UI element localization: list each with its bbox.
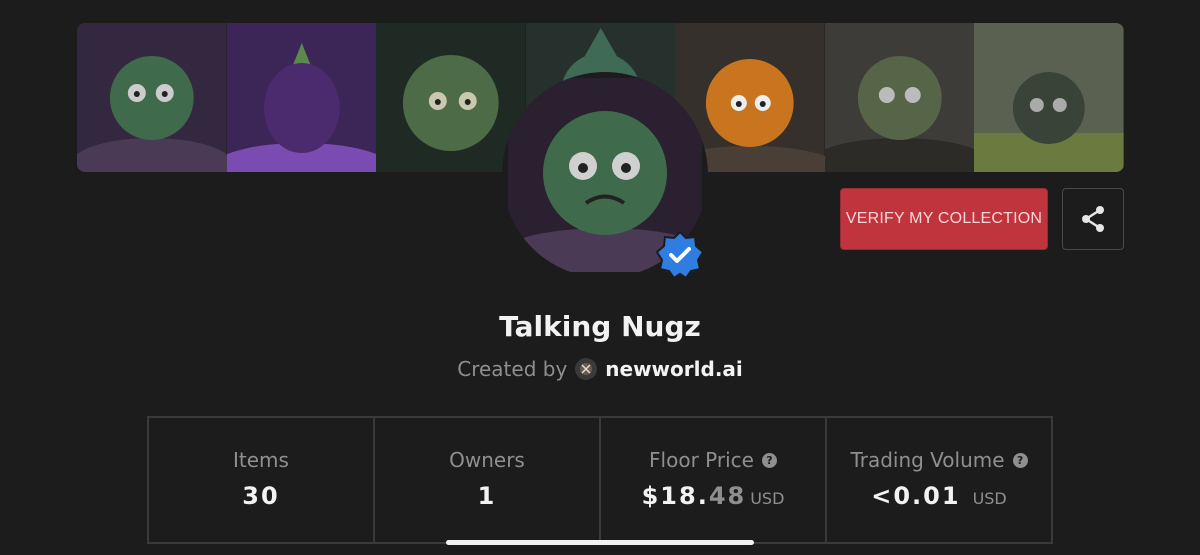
stat-owners-value: 1: [477, 482, 497, 510]
created-by-label: Created by: [457, 357, 568, 381]
banner-tile-6: [824, 23, 975, 172]
help-icon[interactable]: ?: [761, 452, 777, 468]
home-indicator[interactable]: [446, 540, 754, 545]
floor-price-main: $18.: [641, 482, 709, 510]
banner-tile-7: [974, 23, 1124, 172]
banner-tile-1: [77, 23, 227, 172]
creator-line: Created by newworld.ai: [0, 357, 1200, 381]
stat-items-label: Items: [233, 448, 289, 472]
stat-owners: Owners 1: [375, 418, 601, 542]
stat-trading-volume-label: Trading Volume: [850, 448, 1005, 472]
collection-stats: Items 30 Owners 1 Floor Price ? $18. 48 US…: [147, 416, 1053, 544]
stat-trading-volume-value: <0.01 USD: [871, 482, 1007, 510]
trading-volume-main: <0.01: [871, 482, 961, 510]
floor-price-unit: USD: [750, 489, 785, 508]
stat-floor-price: Floor Price ? $18. 48 USD: [601, 418, 827, 542]
help-icon[interactable]: ?: [1012, 452, 1028, 468]
floor-price-cents: 48: [708, 482, 747, 510]
creator-avatar[interactable]: [575, 358, 598, 380]
banner-tile-3: [376, 23, 526, 172]
trading-volume-unit: USD: [972, 489, 1007, 508]
stat-owners-label: Owners: [449, 448, 525, 472]
creator-name-link[interactable]: newworld.ai: [605, 357, 742, 381]
share-button[interactable]: [1062, 188, 1124, 250]
stat-floor-price-value: $18. 48 USD: [642, 482, 785, 510]
stat-items: Items 30: [149, 418, 375, 542]
stat-floor-price-label: Floor Price: [649, 448, 754, 472]
collection-title: Talking Nugz: [499, 310, 701, 343]
stat-trading-volume: Trading Volume ? <0.01 USD: [827, 418, 1051, 542]
stat-items-value: 30: [242, 482, 280, 510]
banner-tile-2: [226, 23, 377, 172]
verified-badge-icon: [655, 230, 705, 280]
share-icon: [1082, 206, 1104, 232]
verify-collection-button[interactable]: VERIFY MY COLLECTION: [840, 188, 1048, 250]
